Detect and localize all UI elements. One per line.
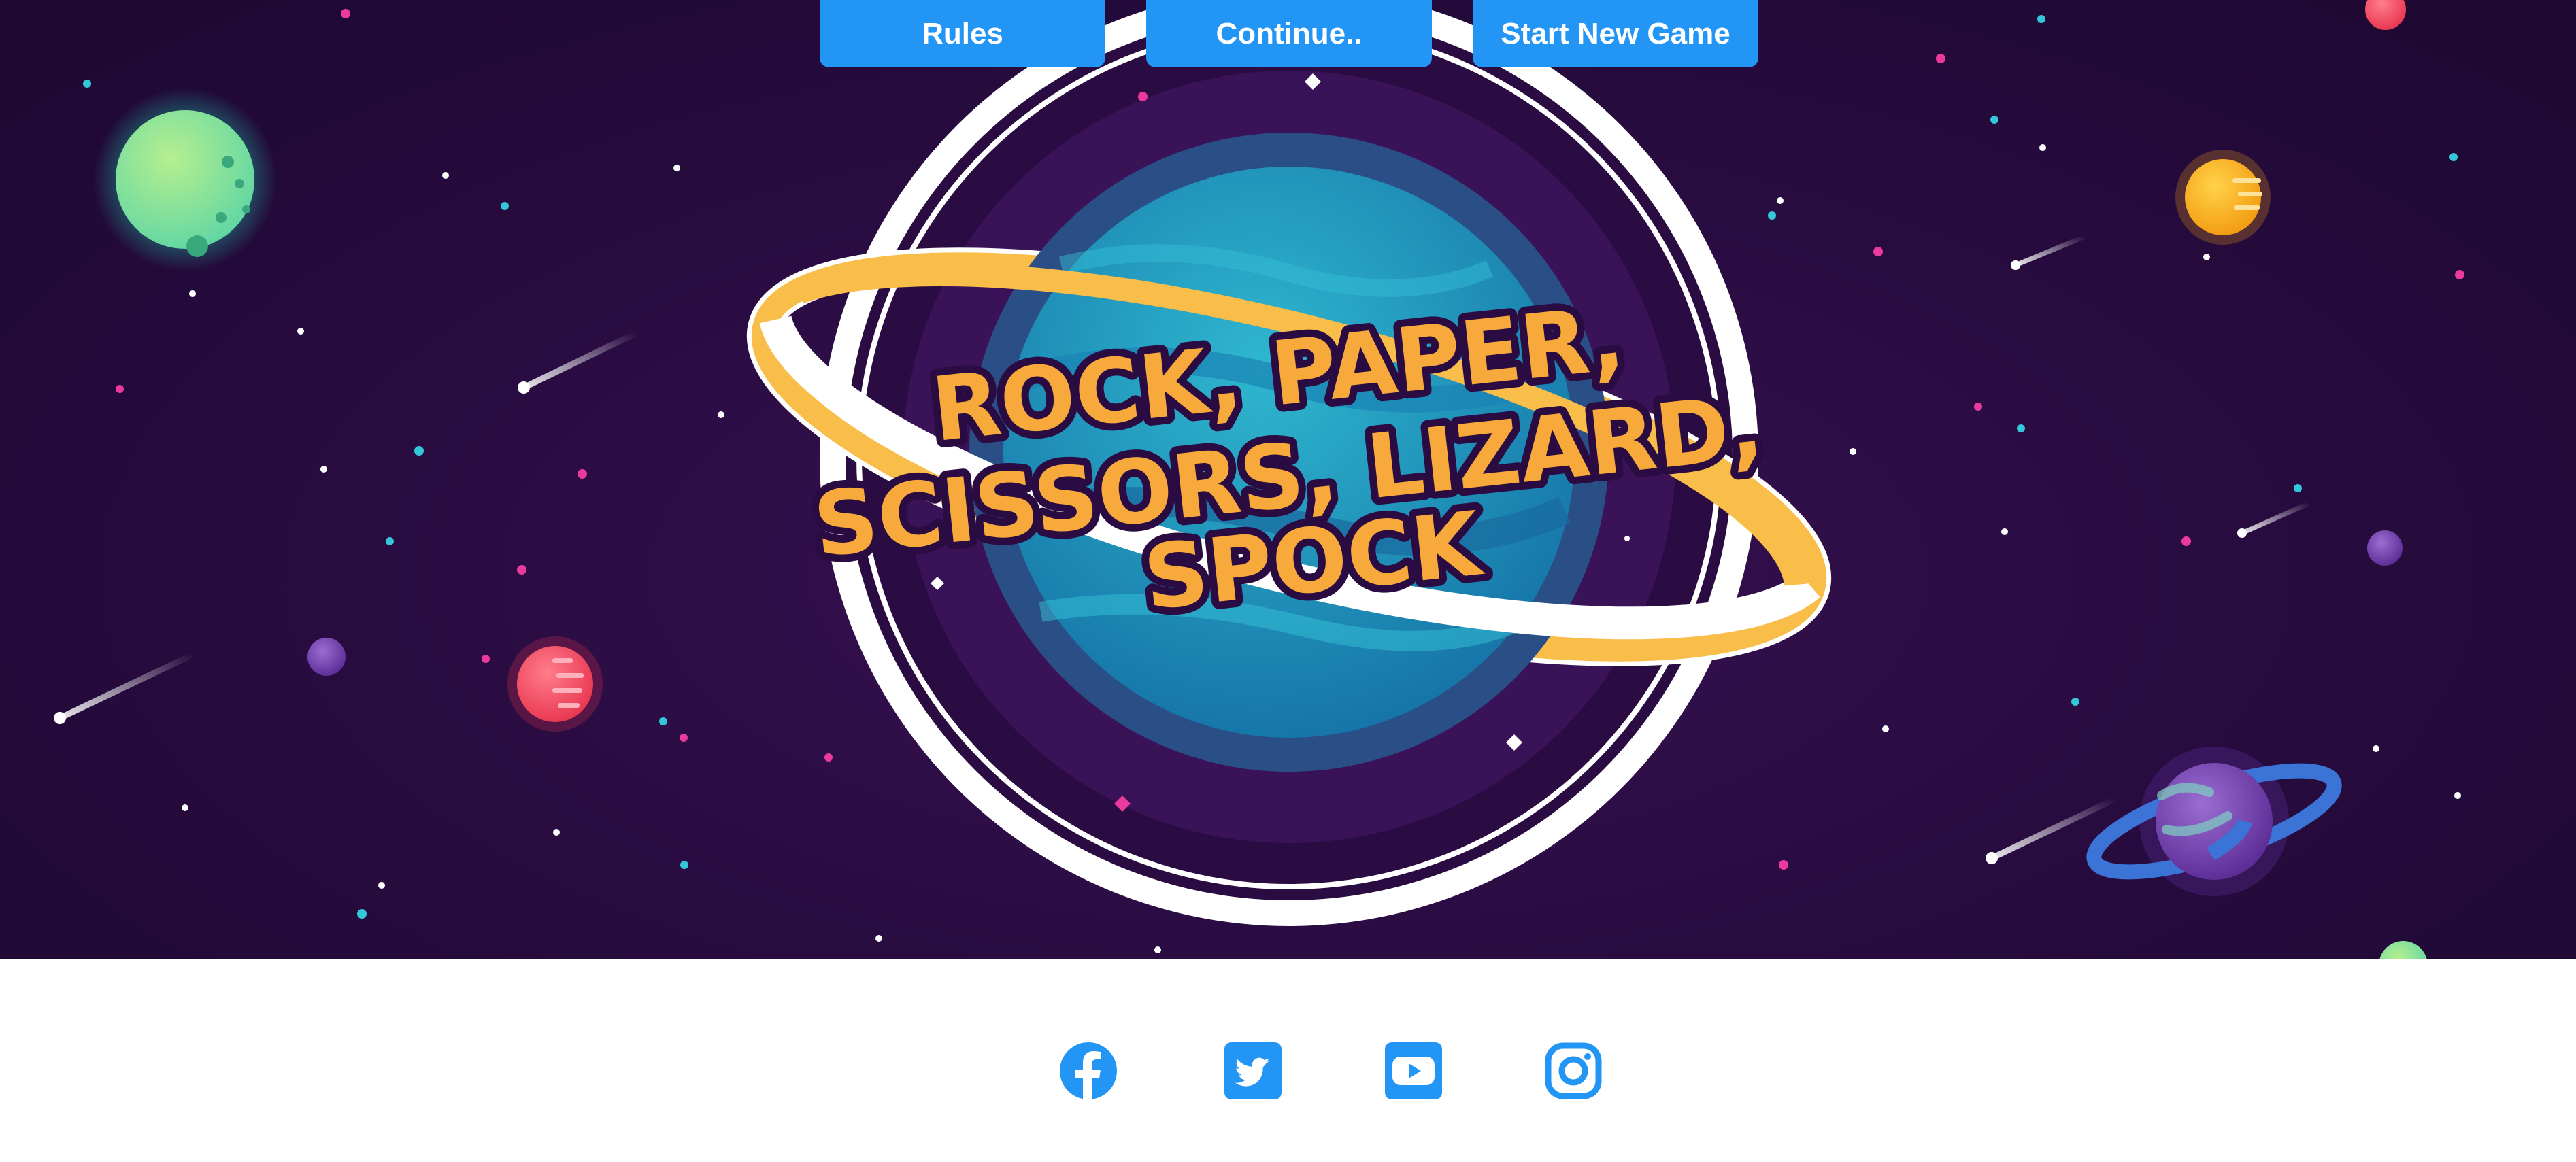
facebook-icon[interactable] (1058, 1040, 1119, 1101)
logo-emblem (746, 0, 1832, 926)
twitter-icon[interactable] (1222, 1040, 1284, 1101)
footer (0, 959, 2576, 1162)
rules-button[interactable]: Rules (820, 0, 1105, 67)
space-background (54, 0, 2464, 959)
small-purple-planet (307, 638, 346, 676)
orange-planet (2175, 150, 2271, 245)
ringed-planet (2086, 747, 2342, 896)
continue-button[interactable]: Continue.. (1146, 0, 1432, 67)
small-purple-planet-right (2367, 530, 2403, 566)
hero-banner: ROCK, PAPER, SCISSORS, LIZARD, SPOCK Rul… (0, 0, 2576, 959)
instagram-icon[interactable] (1543, 1040, 1604, 1101)
red-planet (507, 636, 603, 732)
start-new-game-button[interactable]: Start New Game (1473, 0, 1758, 67)
youtube-icon[interactable] (1383, 1040, 1444, 1101)
top-nav: Rules Continue.. Start New Game (0, 0, 2576, 68)
green-planet (93, 88, 277, 271)
small-green-planet (2379, 941, 2427, 959)
